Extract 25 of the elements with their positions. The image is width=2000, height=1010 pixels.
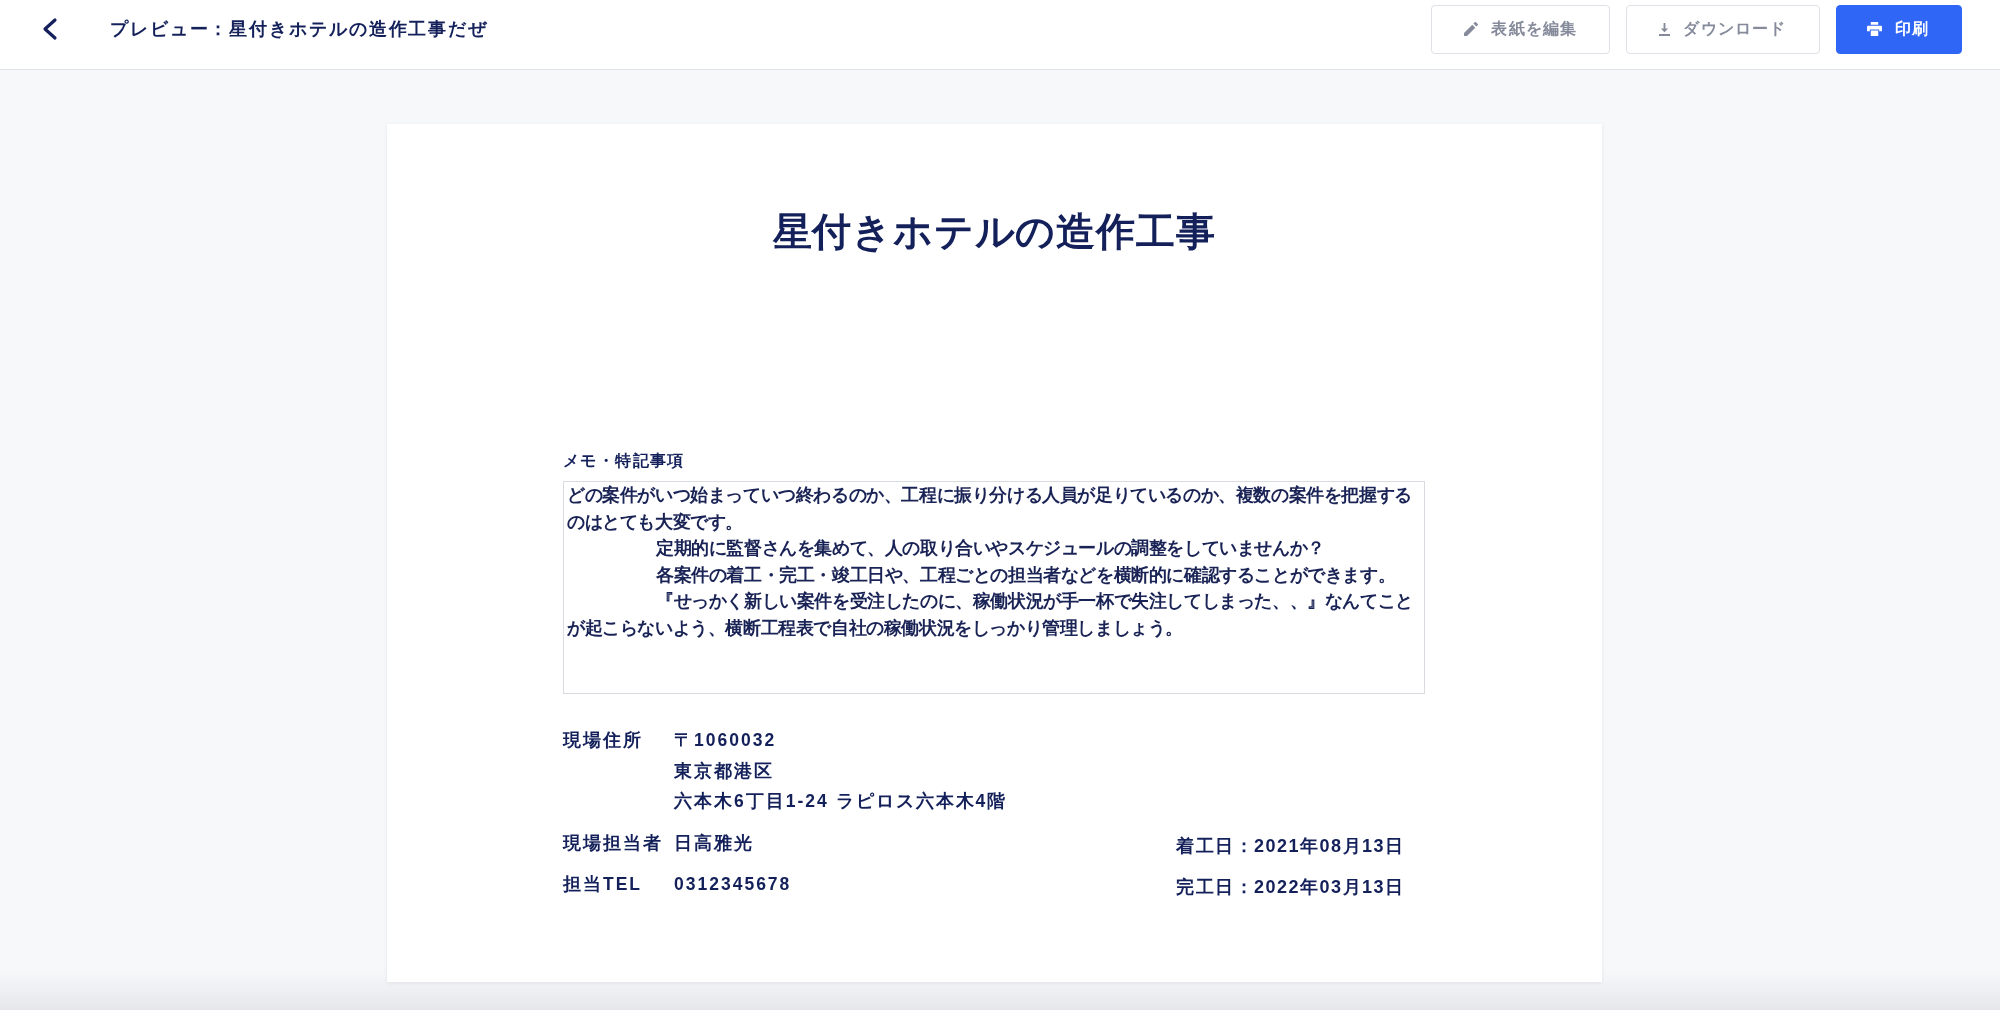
pencil-icon xyxy=(1464,22,1479,36)
work-date: 着工日：2021年08月13日 xyxy=(1176,834,1406,858)
phone-label: 担当TEL xyxy=(563,873,644,896)
address-line: 〒1060032 xyxy=(674,729,778,752)
memo-paragraph: 定期的に監督さんを集めて、人の取り合いやスケジュールの調整をしていませんか？ xyxy=(655,537,1326,561)
memo-paragraph: 『せっかく新しい案件を受注したのに、稼働状況が手一杯で失注してしまった、、』なんてことが起こらないよう、横断工程表で自社の稼働状況をしっかり管理しましょう。 xyxy=(567,590,1414,640)
document-title: 星付きホテルの造作工事 xyxy=(771,209,1217,255)
back-button[interactable] xyxy=(41,17,58,41)
site-manager-name: 日高雅光 xyxy=(674,831,755,855)
chevron-left-icon xyxy=(41,17,58,41)
print-button[interactable]: 印刷 xyxy=(1835,4,1962,54)
site-manager-label: 現場担当者 xyxy=(563,831,664,855)
memo-paragraph: 各案件の着工・完工・竣工日や、工程ごとの担当者などを横断的に確認することができます。 xyxy=(655,563,1397,587)
memo-paragraph: どの案件がいつ始まっていつ終わるのか、工程に振り分ける人員が足りているのか、複数の案件を把握するのはとても大変です。 xyxy=(567,484,1413,534)
page-title: プレビュー：星付きホテルの造作工事だぜ xyxy=(110,18,489,41)
phone-number: 0312345678 xyxy=(674,873,793,896)
site-address-label: 現場住所 xyxy=(563,729,644,752)
download-icon xyxy=(1659,22,1671,36)
edit-cover-button[interactable]: 表紙を編集 xyxy=(1431,4,1611,54)
address-line: 六本木6丁目1-24 ラピロス六本木4階 xyxy=(674,790,1009,813)
download-button[interactable]: ダウンロード xyxy=(1626,4,1820,54)
work-date: 完工日：2022年03月13日 xyxy=(1176,876,1406,899)
memo-label: メモ・特記事項 xyxy=(563,451,686,471)
printer-icon xyxy=(1866,22,1882,36)
address-line: 東京都港区 xyxy=(674,759,775,783)
